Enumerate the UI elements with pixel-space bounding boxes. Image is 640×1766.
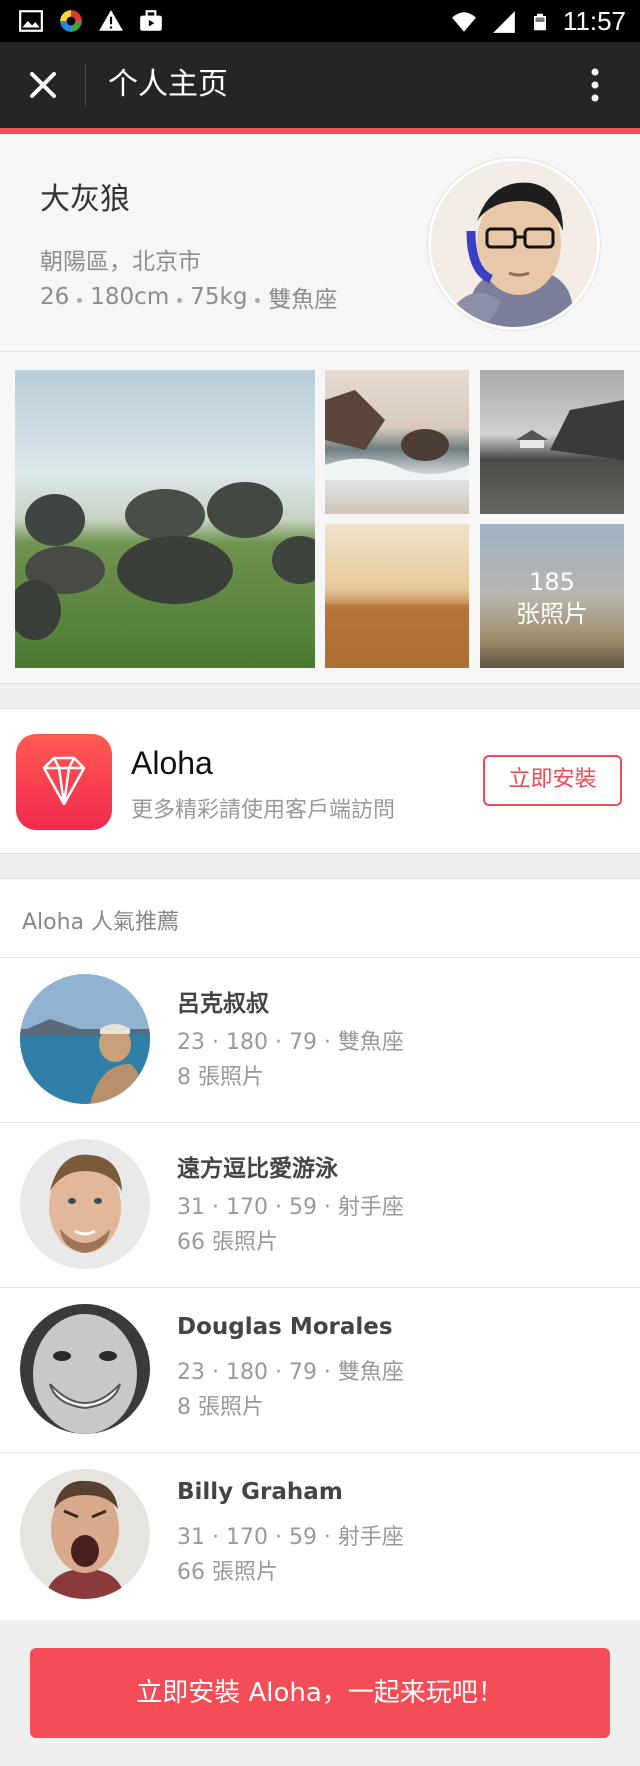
- profile-stats: 26 180cm 75kg 雙魚座: [40, 280, 337, 314]
- avatar-photo: [20, 1139, 150, 1269]
- status-time: 11:57: [562, 6, 626, 36]
- photo-count-number: 185: [529, 568, 575, 596]
- recommendations-section: Aloha 人氣推薦 呂克叔叔 23 · 180 · 79 · 雙魚座 8 張照…: [0, 878, 640, 1620]
- photo-thumbnail[interactable]: [325, 370, 469, 514]
- photo-count: 185 张照片: [480, 566, 624, 630]
- cellular-signal-icon: [493, 10, 515, 33]
- more-vertical-icon[interactable]: [590, 62, 600, 108]
- install-cta-button[interactable]: 立即安裝 Aloha，一起来玩吧！: [30, 1648, 610, 1738]
- user-name: Douglas Morales: [177, 1314, 393, 1340]
- app-name: Aloha: [131, 745, 213, 781]
- recommendations-title: Aloha 人氣推薦: [22, 910, 180, 935]
- beach-rocks-image: [325, 390, 469, 480]
- user-name: Billy Graham: [177, 1479, 343, 1505]
- photo-count-label: 张照片: [516, 600, 588, 628]
- colorful-app-icon: [60, 10, 82, 32]
- photo-thumbnail[interactable]: [480, 370, 624, 514]
- avatar: [20, 974, 150, 1104]
- user-name: 遠方逗比愛游泳: [177, 1156, 338, 1182]
- photo-gallery: 185 张照片: [0, 352, 640, 684]
- avatar: [20, 1139, 150, 1269]
- header-divider: [85, 64, 86, 106]
- profile-height: 180cm: [90, 284, 170, 310]
- bottom-cta-bar: 立即安裝 Aloha，一起来玩吧！: [0, 1620, 640, 1766]
- install-button[interactable]: 立即安裝: [483, 755, 622, 806]
- app-icon: [16, 734, 112, 830]
- separator-dot: [255, 297, 261, 303]
- page-title: 个人主页: [108, 67, 228, 102]
- avatar-portrait: [431, 161, 597, 327]
- user-photo-count: 8 張照片: [177, 1395, 264, 1420]
- user-stats: 31 · 170 · 59 · 射手座: [177, 1525, 404, 1550]
- profile-age: 26: [40, 284, 70, 310]
- list-item[interactable]: 呂克叔叔 23 · 180 · 79 · 雙魚座 8 張照片: [0, 957, 640, 1122]
- profile-card: 大灰狼 朝陽區，北京市 26 180cm 75kg 雙魚座: [0, 134, 640, 352]
- photo-thumbnail[interactable]: [15, 370, 315, 668]
- briefcase-icon: [140, 10, 162, 31]
- profile-name: 大灰狼: [40, 182, 130, 217]
- separator-dot: [177, 297, 183, 303]
- diamond-icon: [42, 756, 86, 806]
- app-header: 个人主页: [0, 42, 640, 128]
- avatar: [20, 1469, 150, 1599]
- profile-avatar[interactable]: [428, 158, 600, 330]
- user-photo-count: 8 張照片: [177, 1065, 264, 1090]
- wifi-icon: [451, 11, 476, 32]
- avatar-photo: [20, 1304, 150, 1434]
- user-photo-count: 66 張照片: [177, 1230, 278, 1255]
- photo-count-tile[interactable]: 185 张照片: [480, 524, 624, 668]
- avatar: [20, 1304, 150, 1434]
- battery-icon: [533, 13, 546, 30]
- avatar-photo: [20, 1469, 150, 1599]
- app-promo-banner: Aloha 更多精彩請使用客戶端訪問 立即安裝: [0, 708, 640, 854]
- user-name: 呂克叔叔: [177, 991, 269, 1017]
- user-stats: 31 · 170 · 59 · 射手座: [177, 1195, 404, 1220]
- rocks-landscape-image: [15, 482, 315, 640]
- list-item[interactable]: 遠方逗比愛游泳 31 · 170 · 59 · 射手座 66 張照片: [0, 1122, 640, 1287]
- coastal-cliff-image: [516, 400, 624, 460]
- profile-zodiac: 雙魚座: [268, 287, 338, 313]
- user-stats: 23 · 180 · 79 · 雙魚座: [177, 1030, 404, 1055]
- user-photo-count: 66 張照片: [177, 1560, 278, 1585]
- status-left-icons: [18, 8, 164, 34]
- app-description: 更多精彩請使用客戶端訪問: [131, 798, 396, 823]
- user-stats: 23 · 180 · 79 · 雙魚座: [177, 1360, 404, 1385]
- photo-thumbnail[interactable]: [325, 524, 469, 668]
- list-item[interactable]: Billy Graham 31 · 170 · 59 · 射手座 66 張照片: [0, 1452, 640, 1617]
- status-right-icons: 11:57: [451, 6, 626, 37]
- profile-location: 朝陽區，北京市: [40, 249, 201, 275]
- image-icon: [19, 10, 43, 32]
- avatar-photo: [20, 974, 150, 1104]
- separator-dot: [77, 297, 83, 303]
- close-icon[interactable]: [20, 62, 66, 108]
- desert-horizon-image: [325, 604, 469, 668]
- warning-icon: [99, 10, 123, 31]
- list-item[interactable]: Douglas Morales 23 · 180 · 79 · 雙魚座 8 張照…: [0, 1287, 640, 1452]
- status-bar: 11:57: [0, 0, 640, 42]
- profile-weight: 75kg: [190, 284, 248, 310]
